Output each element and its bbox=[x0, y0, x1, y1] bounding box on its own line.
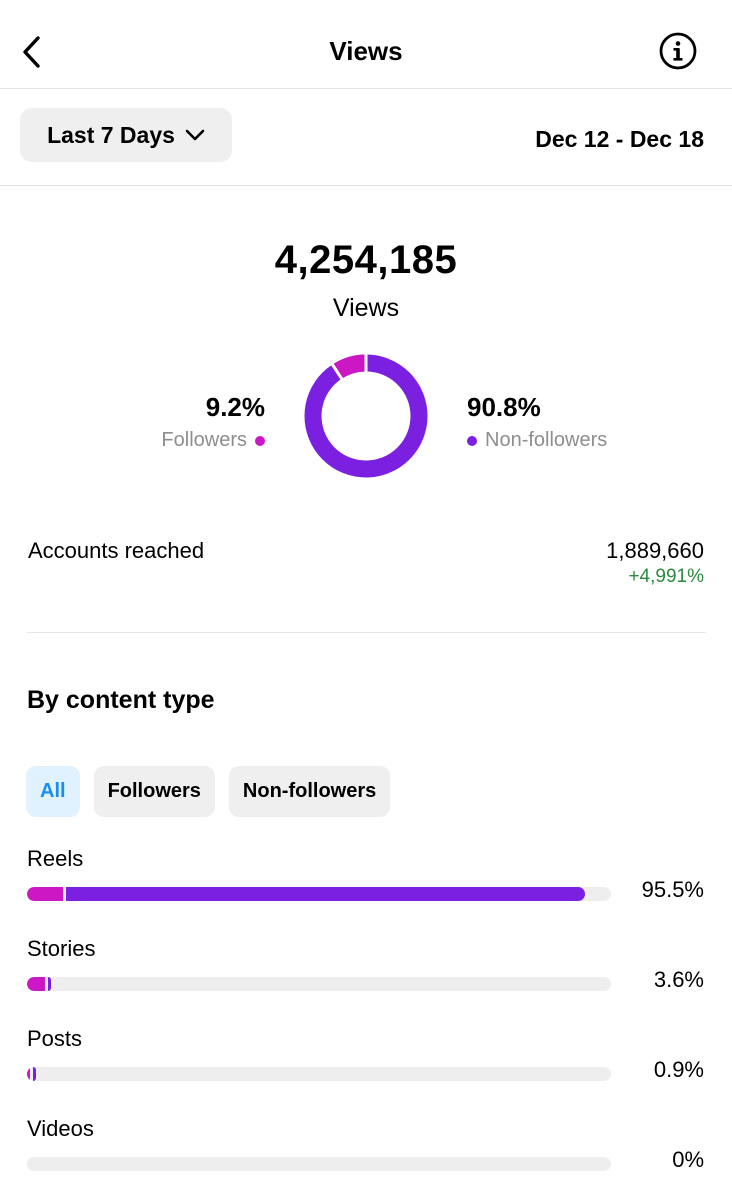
date-range-label: Last 7 Days bbox=[47, 121, 175, 148]
followers-legend: Followers bbox=[161, 429, 265, 452]
filter-chip-non-followers[interactable]: Non-followers bbox=[228, 766, 391, 817]
content-row-percent: 3.6% bbox=[653, 967, 704, 992]
content-row-label: Videos bbox=[27, 1116, 94, 1141]
non-followers-bar-segment bbox=[47, 977, 51, 991]
info-button[interactable] bbox=[658, 31, 698, 71]
section-divider bbox=[27, 632, 706, 633]
content-row-videos: Videos 0% bbox=[0, 1116, 732, 1200]
total-views-value: 4,254,185 bbox=[274, 238, 458, 282]
followers-percent: 9.2% bbox=[205, 392, 265, 422]
content-filter-chips: All Followers Non-followers bbox=[26, 766, 391, 817]
non-followers-percent: 90.8% bbox=[467, 392, 541, 422]
total-views-label: Views bbox=[332, 294, 400, 322]
filter-chip-all[interactable]: All bbox=[26, 766, 80, 817]
followers-dot-icon bbox=[255, 435, 265, 446]
followers-bar-segment bbox=[27, 1067, 30, 1081]
content-row-percent: 0.9% bbox=[653, 1057, 704, 1082]
content-row-reels: Reels 95.5% bbox=[0, 846, 732, 936]
followers-share: 9.2% Followers bbox=[161, 392, 265, 452]
followers-bar-segment bbox=[27, 887, 63, 901]
chevron-down-icon bbox=[185, 129, 205, 141]
content-row-posts: Posts 0.9% bbox=[0, 1026, 732, 1116]
non-followers-legend: Non-followers bbox=[467, 429, 607, 452]
content-row-stories: Stories 3.6% bbox=[0, 936, 732, 1026]
content-row-bar bbox=[27, 1067, 611, 1081]
content-row-label: Reels bbox=[27, 846, 84, 871]
filter-chip-followers[interactable]: Followers bbox=[93, 766, 215, 817]
followers-legend-label: Followers bbox=[161, 429, 247, 451]
views-donut-chart bbox=[304, 354, 428, 478]
date-range-text: Dec 12 - Dec 18 bbox=[535, 126, 704, 152]
followers-bar-segment bbox=[27, 977, 45, 991]
content-row-label: Posts bbox=[27, 1026, 83, 1051]
info-icon bbox=[659, 32, 697, 70]
content-type-title: By content type bbox=[27, 686, 215, 714]
content-row-bar bbox=[27, 1157, 611, 1171]
content-row-percent: 95.5% bbox=[641, 877, 704, 902]
content-row-label: Stories bbox=[27, 936, 96, 961]
accounts-reached-value: 1,889,660 bbox=[606, 538, 704, 563]
content-row-bar bbox=[27, 977, 611, 991]
non-followers-bar-segment bbox=[33, 1067, 36, 1081]
accounts-reached-label: Accounts reached bbox=[28, 538, 205, 563]
non-followers-share: 90.8% Non-followers bbox=[467, 392, 607, 452]
content-row-bar bbox=[27, 887, 611, 901]
non-followers-dot-icon bbox=[467, 435, 477, 446]
non-followers-legend-label: Non-followers bbox=[485, 429, 608, 451]
page-title: Views bbox=[329, 36, 403, 66]
non-followers-bar-segment bbox=[65, 887, 585, 901]
accounts-reached-change: +4,991% bbox=[628, 566, 704, 587]
content-row-percent: 0% bbox=[672, 1147, 704, 1172]
top-bar: Views bbox=[0, 0, 732, 89]
date-range-bar: Last 7 Days Dec 12 - Dec 18 bbox=[0, 90, 732, 186]
date-range-dropdown[interactable]: Last 7 Days bbox=[20, 108, 232, 162]
